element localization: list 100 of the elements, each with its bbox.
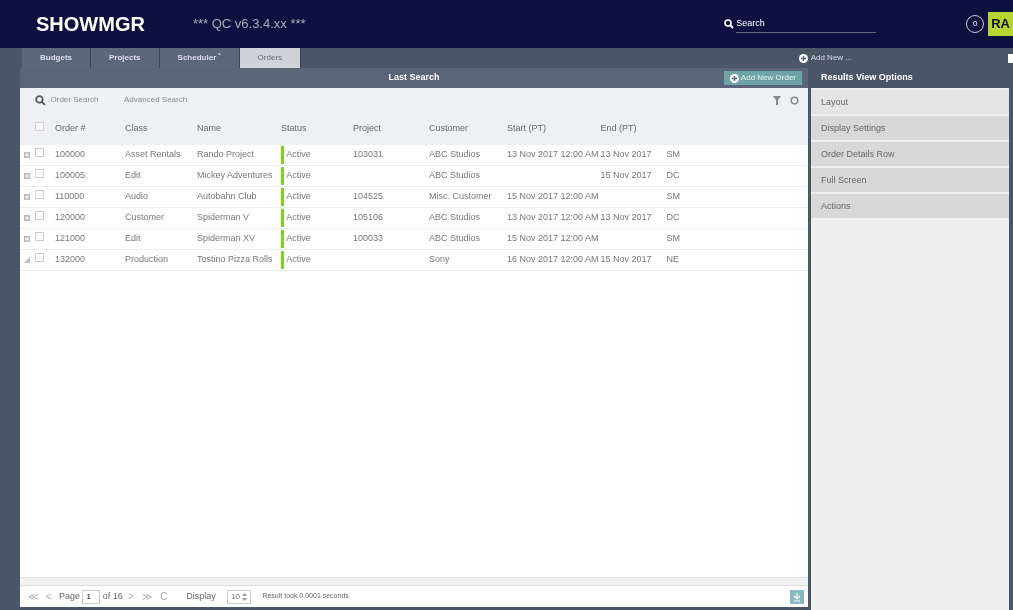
expand-icon[interactable] xyxy=(24,172,30,179)
table-cell: 15 Nov 2017 12:00 AM xyxy=(507,233,599,244)
table-cell: 105106 xyxy=(353,212,384,223)
first-page-button[interactable]: ≪ xyxy=(24,589,41,604)
environment-label: *** QC v6.3.4.xx *** xyxy=(192,15,306,34)
row-checkbox[interactable] xyxy=(35,148,44,158)
row-checkbox[interactable] xyxy=(35,232,44,242)
table-cell: ABC Studios xyxy=(429,233,481,244)
table-cell: Active xyxy=(286,190,311,204)
plus-icon xyxy=(729,73,739,83)
table-cell: 110000 xyxy=(55,191,85,202)
filter-icon[interactable] xyxy=(773,95,781,105)
options-item[interactable]: Layout xyxy=(811,90,1009,115)
table-cell: Spiderman V xyxy=(197,212,250,223)
table-cell: Misc. Customer xyxy=(429,191,492,202)
column-header[interactable]: Customer xyxy=(429,122,468,133)
add-new-order-button[interactable]: Add New Order xyxy=(723,71,802,85)
table-cell: Edit xyxy=(125,170,141,181)
row-checkbox[interactable] xyxy=(35,253,44,263)
table-cell: Edit xyxy=(125,233,141,244)
table-cell: DC xyxy=(666,170,680,181)
table-cell: Audio xyxy=(125,191,149,202)
collapse-icon[interactable] xyxy=(24,256,30,263)
table-cell: NE xyxy=(666,254,680,265)
table-cell: ABC Studios xyxy=(429,212,481,223)
table-cell: 15 Nov 2017 xyxy=(600,170,652,181)
table-cell: 104525 xyxy=(353,191,384,202)
table-cell: SM xyxy=(666,149,681,160)
table-cell: Active xyxy=(286,232,311,246)
search-icon xyxy=(35,94,46,106)
previous-page-button[interactable]: < xyxy=(42,589,55,604)
table-cell: 13 Nov 2017 12:00 AM xyxy=(507,212,599,223)
tab[interactable]: Budgets xyxy=(22,48,91,68)
horizontal-scrollbar[interactable] xyxy=(20,577,808,585)
table-cell: SM xyxy=(666,233,681,244)
table-cell: 13 Nov 2017 xyxy=(600,149,652,160)
column-header[interactable]: Class xyxy=(125,122,148,133)
table-cell: Rando Project xyxy=(197,149,255,160)
table-cell: 103031 xyxy=(353,149,384,160)
table-cell: ABC Studios xyxy=(429,149,481,160)
column-header[interactable]: End (PT) xyxy=(600,122,637,133)
table-cell: Autobahn Club xyxy=(197,191,257,202)
column-header[interactable]: Start (PT) xyxy=(507,122,546,133)
expand-icon[interactable] xyxy=(24,214,30,221)
table-cell: Active xyxy=(286,169,311,183)
page-size-select[interactable]: 10 xyxy=(227,589,252,604)
table-cell: Spiderman XV xyxy=(197,233,256,244)
table-cell: 100005 xyxy=(55,170,86,181)
table-cell: 132000 xyxy=(55,254,86,265)
table-cell: 100000 xyxy=(55,149,86,160)
download-icon[interactable] xyxy=(789,589,804,604)
column-header[interactable]: Order # xyxy=(55,122,86,133)
page-label: Page xyxy=(59,589,81,603)
table-cell: Active xyxy=(286,211,311,225)
search-field[interactable]: Search xyxy=(736,14,877,34)
table-cell: 15 Nov 2017 xyxy=(600,254,652,265)
table-cell: DC xyxy=(666,212,680,223)
tab[interactable]: Scheduler $^{*}$ xyxy=(159,48,240,68)
table-cell: Active xyxy=(286,148,311,162)
row-checkbox[interactable] xyxy=(35,190,44,200)
options-item[interactable]: Order Details Row xyxy=(811,142,1009,167)
table-cell: Production xyxy=(125,254,169,265)
column-header[interactable]: Name xyxy=(197,122,221,133)
row-checkbox[interactable] xyxy=(35,169,44,179)
table-cell: Asset Rentals xyxy=(125,149,181,160)
column-header[interactable]: Project xyxy=(353,122,381,133)
search-icon xyxy=(723,19,734,29)
table-cell: 16 Nov 2017 12:00 AM xyxy=(507,254,599,265)
column-header[interactable]: Status xyxy=(281,122,307,133)
select-all-checkbox[interactable] xyxy=(35,121,44,131)
options-title: Results View Options xyxy=(811,68,1009,88)
table-cell: ABC Studios xyxy=(429,170,481,181)
app-logo: SHOWMGR xyxy=(36,12,145,37)
next-page-button[interactable]: > xyxy=(124,589,137,604)
table-cell: Sony xyxy=(429,254,450,265)
last-page-button[interactable]: ≫ xyxy=(139,589,155,604)
table-cell: 121000 xyxy=(55,233,86,244)
refresh-button[interactable]: C xyxy=(157,589,171,604)
row-checkbox[interactable] xyxy=(35,211,44,221)
expand-icon[interactable] xyxy=(24,235,30,242)
search-tab[interactable]: Advanced Search xyxy=(118,93,194,107)
expand-icon[interactable] xyxy=(24,151,30,158)
table-cell: Tostino Pizza Rolls xyxy=(197,254,273,265)
options-item[interactable]: Actions xyxy=(811,194,1009,219)
tab[interactable]: Orders xyxy=(239,48,302,68)
page-count: of 16 xyxy=(102,589,123,603)
tab[interactable]: Projects xyxy=(91,48,160,68)
options-item[interactable]: Full Screen xyxy=(811,168,1009,193)
table-cell: 120000 xyxy=(55,212,86,223)
table-cell: 13 Nov 2017 xyxy=(600,212,652,223)
display-label: Display xyxy=(186,589,216,603)
options-item[interactable]: Display Settings xyxy=(811,116,1009,141)
table-cell: SM xyxy=(666,191,681,202)
expand-icon[interactable] xyxy=(24,193,30,200)
user-avatar[interactable]: RA xyxy=(988,12,1013,36)
page-field[interactable]: 1 xyxy=(82,589,101,604)
table-cell: Active xyxy=(286,253,311,267)
search-tab[interactable]: Order Search xyxy=(29,93,105,107)
plus-icon xyxy=(799,53,809,63)
add-new-button[interactable]: Add New ... xyxy=(793,51,858,65)
